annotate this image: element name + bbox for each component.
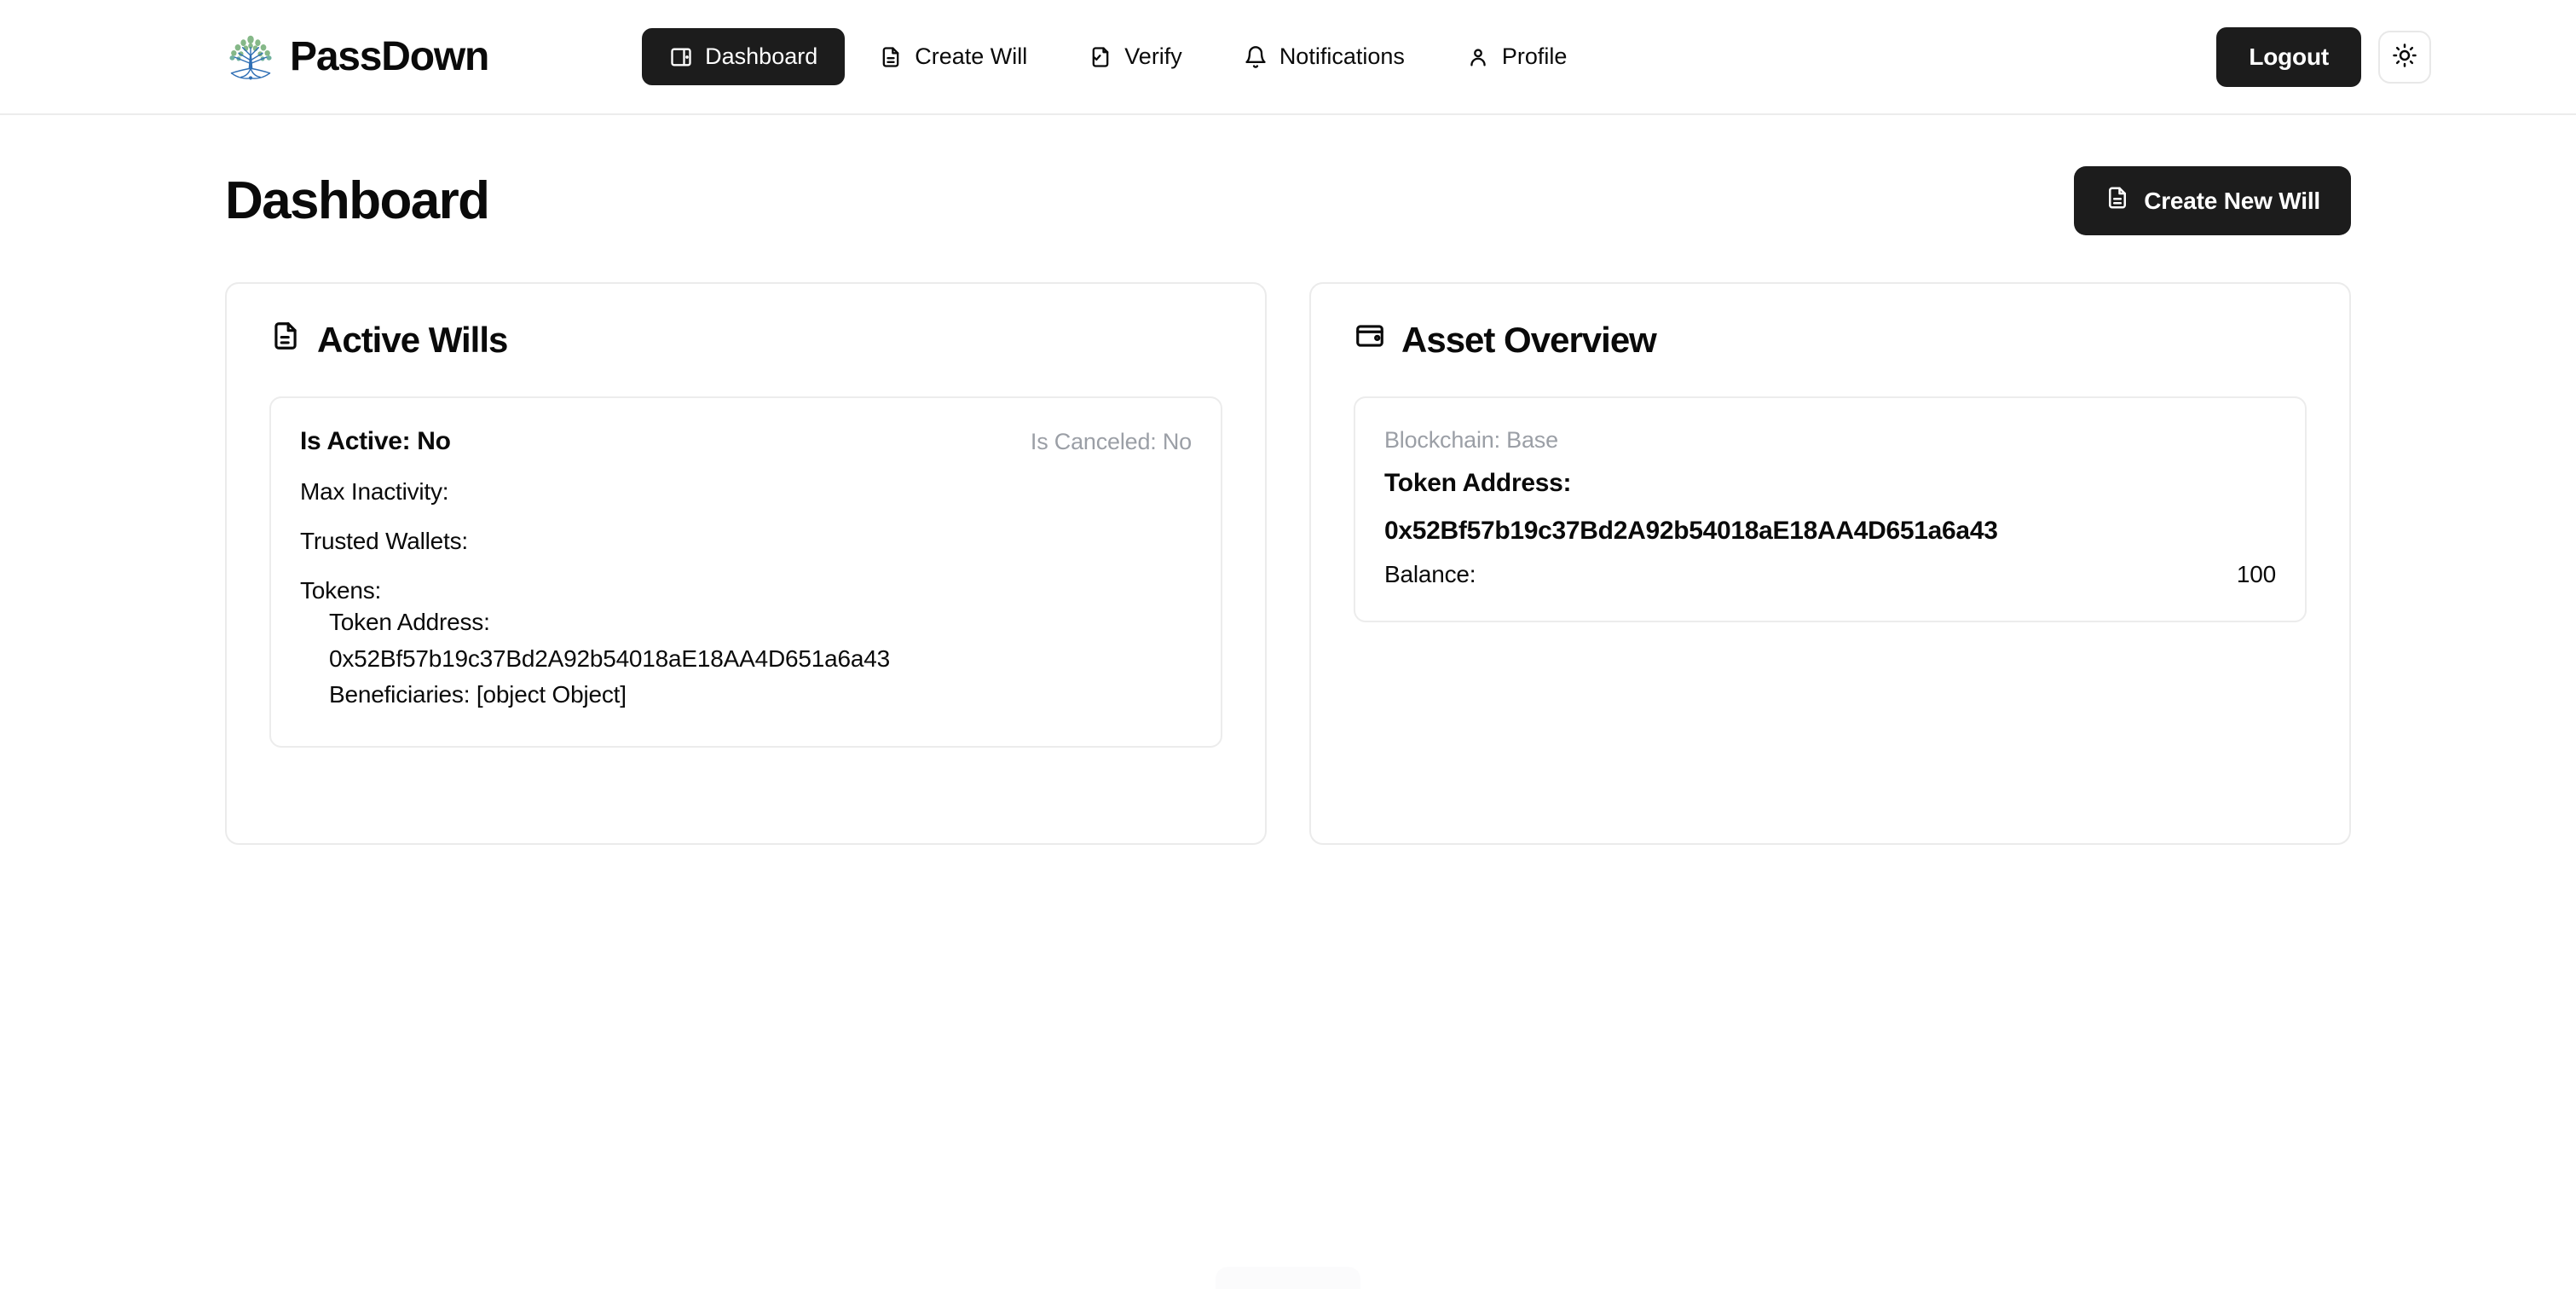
will-token-address-value: 0x52Bf57b19c37Bd2A92b54018aE18AA4D651a6a… bbox=[329, 644, 890, 672]
nav-item-label: Create Will bbox=[915, 43, 1028, 69]
bottom-floating-bar[interactable] bbox=[1216, 1267, 1360, 1289]
file-text-icon bbox=[2105, 185, 2130, 217]
active-wills-title: Active Wills bbox=[269, 320, 1222, 361]
nav-item-create-will[interactable]: Create Will bbox=[852, 28, 1054, 85]
nav-item-profile[interactable]: Profile bbox=[1439, 28, 1595, 85]
asset-token-address-value: 0x52Bf57b19c37Bd2A92b54018aE18AA4D651a6a… bbox=[1384, 517, 1998, 545]
bell-icon bbox=[1244, 45, 1268, 69]
asset-token-address-label: Token Address: bbox=[1384, 469, 1572, 497]
asset-overview-card: Asset Overview Blockchain: Base Token Ad… bbox=[1309, 282, 2351, 845]
will-is-active: Is Active: No bbox=[300, 427, 451, 455]
card-title-label: Asset Overview bbox=[1401, 320, 1657, 360]
page-content: Dashboard Create New Will Active Wills I… bbox=[0, 115, 2576, 845]
will-is-canceled: Is Canceled: No bbox=[1030, 429, 1192, 454]
will-token-address-label: Token Address: bbox=[329, 609, 490, 635]
file-check-icon bbox=[1089, 45, 1112, 69]
logout-button[interactable]: Logout bbox=[2216, 26, 2361, 87]
page-header-row: Dashboard Create New Will bbox=[225, 115, 2351, 235]
will-beneficiaries: Beneficiaries: [object Object] bbox=[329, 681, 627, 708]
create-new-will-button[interactable]: Create New Will bbox=[2074, 166, 2351, 235]
tree-of-life-logo bbox=[225, 32, 276, 83]
asset-item[interactable]: Blockchain: Base Token Address: 0x52Bf57… bbox=[1354, 396, 2307, 622]
will-trusted-wallets: Trusted Wallets: bbox=[300, 528, 468, 554]
asset-balance-value: 100 bbox=[2236, 561, 2276, 587]
file-text-icon bbox=[879, 45, 903, 69]
header-actions: Logout bbox=[2216, 26, 2431, 87]
theme-toggle-button[interactable] bbox=[2378, 30, 2431, 84]
will-max-inactivity: Max Inactivity: bbox=[300, 478, 449, 505]
will-tokens-label: Tokens: bbox=[300, 577, 382, 604]
nav-item-label: Notifications bbox=[1279, 43, 1405, 69]
layout-dashboard-icon bbox=[669, 45, 693, 69]
main-navigation: Dashboard Create Will Verify Notificatio… bbox=[642, 28, 1594, 85]
wallet-icon bbox=[1354, 320, 1386, 361]
asset-balance-row: Balance: 100 bbox=[1384, 561, 2276, 588]
create-new-will-label: Create New Will bbox=[2144, 187, 2320, 214]
active-wills-card: Active Wills Is Active: No Is Canceled: … bbox=[225, 282, 1267, 845]
sun-icon bbox=[2392, 43, 2417, 71]
will-status-row: Is Active: No Is Canceled: No bbox=[300, 427, 1192, 456]
asset-balance-label: Balance: bbox=[1384, 561, 1476, 587]
nav-item-label: Profile bbox=[1501, 43, 1568, 69]
file-text-icon bbox=[269, 320, 302, 361]
brand-name: PassDown bbox=[290, 34, 489, 79]
nav-item-dashboard[interactable]: Dashboard bbox=[642, 28, 846, 85]
will-token-details: Token Address: 0x52Bf57b19c37Bd2A92b5401… bbox=[329, 604, 1192, 714]
user-icon bbox=[1466, 45, 1490, 69]
nav-item-notifications[interactable]: Notifications bbox=[1216, 28, 1432, 85]
asset-blockchain: Blockchain: Base bbox=[1384, 427, 1558, 453]
will-item[interactable]: Is Active: No Is Canceled: No Max Inacti… bbox=[269, 396, 1222, 748]
nav-item-verify[interactable]: Verify bbox=[1061, 28, 1210, 85]
nav-item-label: Verify bbox=[1124, 43, 1182, 69]
nav-item-label: Dashboard bbox=[705, 43, 818, 69]
dashboard-cards: Active Wills Is Active: No Is Canceled: … bbox=[225, 282, 2351, 845]
brand[interactable]: PassDown bbox=[225, 32, 489, 83]
page-title: Dashboard bbox=[225, 171, 490, 230]
app-header: PassDown Dashboard Create Will Verify No… bbox=[0, 0, 2576, 115]
asset-overview-title: Asset Overview bbox=[1354, 320, 2307, 361]
card-title-label: Active Wills bbox=[317, 320, 508, 360]
